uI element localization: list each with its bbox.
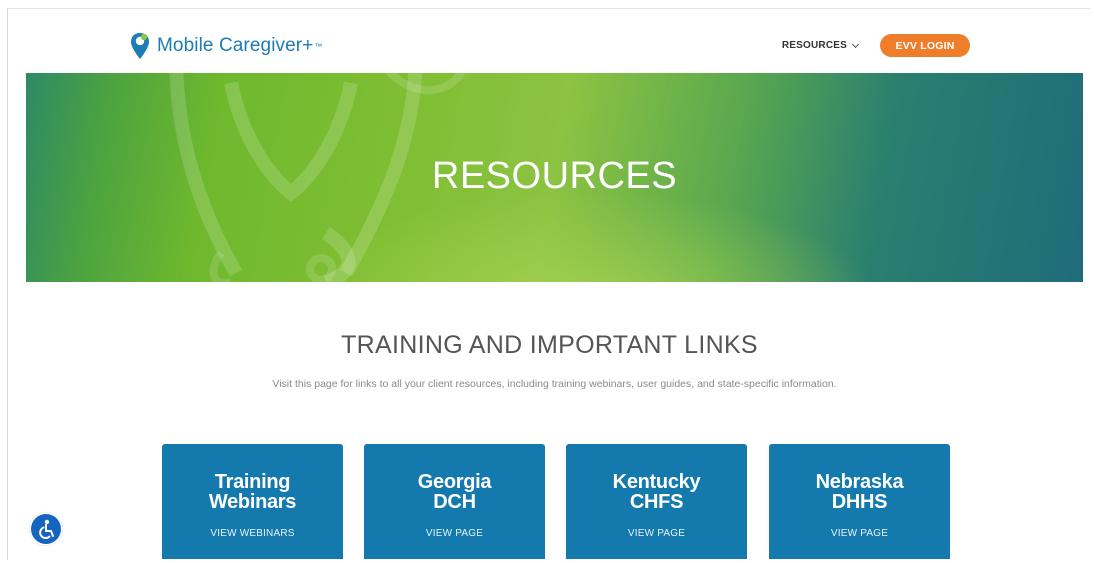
card-title: Nebraska DHHS (769, 472, 950, 512)
card-georgia-dch[interactable]: Georgia DCH VIEW PAGE (364, 444, 545, 559)
card-title-line2: DHHS (831, 491, 888, 513)
card-title-line2: Webinars (208, 491, 297, 513)
card-title-line1: Kentucky (612, 471, 701, 493)
site-logo[interactable]: Mobile Caregiver+ ™ (129, 31, 322, 61)
site-header: Mobile Caregiver+ ™ RESOURCES EVV LOGIN (8, 9, 1090, 73)
view-webinars-link[interactable]: VIEW WEBINARS (162, 528, 343, 539)
nav-resources-dropdown[interactable]: RESOURCES (781, 40, 860, 51)
view-page-link[interactable]: VIEW PAGE (769, 528, 950, 539)
logo-text: Mobile Caregiver+ (157, 35, 314, 56)
chevron-down-icon (851, 40, 860, 48)
section-subtitle: Visit this page for links to all your cl… (272, 378, 837, 390)
accessibility-icon (39, 519, 54, 540)
view-page-link[interactable]: VIEW PAGE (364, 528, 545, 539)
card-title-line1: Nebraska (815, 471, 904, 493)
card-title: Kentucky CHFS (566, 472, 747, 512)
accessibility-button[interactable] (29, 512, 63, 546)
map-pin-icon (129, 31, 151, 61)
card-title: Training Webinars (162, 472, 343, 512)
section-title: TRAINING AND IMPORTANT LINKS (341, 331, 758, 359)
card-title-line1: Georgia (417, 471, 492, 493)
trademark-mark: ™ (314, 41, 323, 51)
page-frame: Mobile Caregiver+ ™ RESOURCES EVV LOGIN (7, 8, 1090, 560)
card-title-line2: DCH (433, 491, 476, 513)
card-nebraska-dhhs[interactable]: Nebraska DHHS VIEW PAGE (769, 444, 950, 559)
hero-title: RESOURCES (431, 155, 678, 197)
hero-banner: RESOURCES (26, 73, 1083, 282)
main-nav: RESOURCES EVV LOGIN (782, 34, 970, 57)
card-title: Georgia DCH (364, 472, 545, 512)
card-kentucky-chfs[interactable]: Kentucky CHFS VIEW PAGE (566, 444, 747, 559)
view-page-link[interactable]: VIEW PAGE (566, 528, 747, 539)
card-title-line1: Training (214, 471, 291, 493)
evv-login-button[interactable]: EVV LOGIN (880, 34, 970, 57)
nav-resources-label: RESOURCES (781, 40, 847, 51)
card-training-webinars[interactable]: Training Webinars VIEW WEBINARS (162, 444, 343, 559)
card-title-line2: CHFS (629, 491, 684, 513)
